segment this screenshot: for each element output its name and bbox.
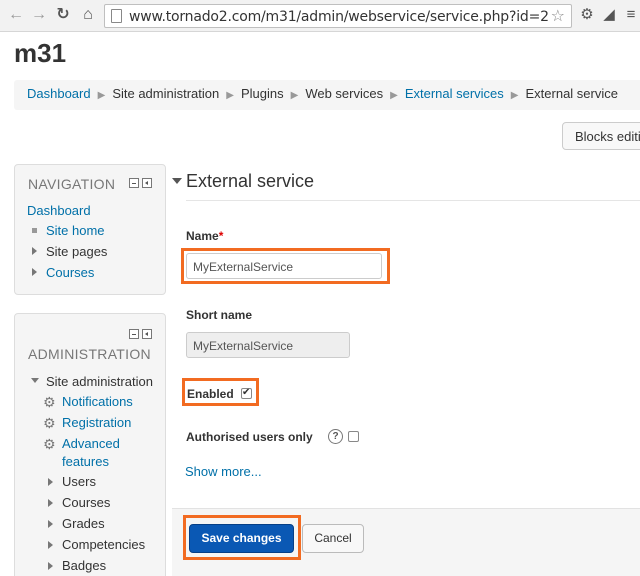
required-mark: *: [218, 229, 224, 243]
admin-competencies[interactable]: Competencies: [62, 537, 145, 552]
expand-arrow-icon[interactable]: [48, 562, 53, 570]
breadcrumb-separator-icon: ▶: [510, 90, 519, 101]
back-arrow-icon[interactable]: ←: [6, 5, 26, 25]
collapse-arrow-icon[interactable]: [31, 378, 39, 383]
blocks-editing-button[interactable]: Blocks editi: [562, 122, 640, 150]
site-title[interactable]: m31: [14, 38, 66, 69]
breadcrumb: Dashboard ▶ Site administration ▶ Plugins ▶ We…: [14, 80, 640, 110]
dock-icon[interactable]: [142, 178, 152, 188]
name-highlight-box: [181, 248, 390, 284]
page-icon: [111, 9, 122, 23]
nav-site-home[interactable]: Site home: [46, 223, 105, 238]
minimize-icon[interactable]: [129, 329, 139, 339]
help-icon[interactable]: ?: [328, 429, 343, 444]
administration-block: ADMINISTRATION Site administration ⚙ Not…: [14, 313, 166, 576]
extension-menu-icon[interactable]: ≡: [622, 6, 640, 24]
authorised-label: Authorised users only: [186, 430, 313, 444]
gear-icon: ⚙: [43, 415, 56, 431]
forward-arrow-icon[interactable]: →: [29, 5, 49, 25]
breadcrumb-dashboard[interactable]: Dashboard: [27, 86, 91, 101]
url-text: www.tornado2.com/m31/admin/webservice/se…: [129, 9, 549, 25]
address-bar[interactable]: www.tornado2.com/m31/admin/webservice/se…: [104, 4, 572, 28]
breadcrumb-external-services[interactable]: External services: [405, 86, 504, 101]
expand-arrow-icon[interactable]: [48, 499, 53, 507]
section-collapse-icon[interactable]: [172, 178, 182, 184]
authorised-checkbox[interactable]: [348, 431, 359, 442]
admin-users[interactable]: Users: [62, 474, 96, 489]
admin-notifications[interactable]: Notifications: [62, 394, 133, 409]
breadcrumb-separator-icon: ▶: [226, 90, 234, 101]
expand-arrow-icon[interactable]: [48, 541, 53, 549]
bullet-icon: [32, 228, 37, 233]
nav-site-pages[interactable]: Site pages: [46, 244, 107, 259]
home-icon[interactable]: ⌂: [78, 5, 98, 25]
name-label-text: Name: [186, 229, 219, 243]
enabled-highlight-box: [182, 378, 259, 406]
nav-courses[interactable]: Courses: [46, 265, 94, 280]
section-divider: [186, 200, 640, 201]
admin-site-administration[interactable]: Site administration: [46, 374, 153, 389]
expand-arrow-icon[interactable]: [32, 247, 37, 255]
admin-registration[interactable]: Registration: [62, 415, 131, 430]
admin-advanced-features[interactable]: Advanced: [62, 436, 120, 451]
admin-grades[interactable]: Grades: [62, 516, 105, 531]
expand-arrow-icon[interactable]: [48, 520, 53, 528]
breadcrumb-separator-icon: ▶: [390, 90, 398, 101]
breadcrumb-separator-icon: ▶: [290, 90, 299, 101]
block-controls: [129, 178, 153, 190]
breadcrumb-web-services[interactable]: Web services: [305, 86, 383, 101]
star-icon[interactable]: ☆: [551, 6, 565, 26]
gear-icon: ⚙: [43, 394, 56, 410]
shortname-input[interactable]: MyExternalService: [186, 332, 350, 358]
breadcrumb-site-administration[interactable]: Site administration: [112, 86, 219, 101]
browser-toolbar: ← → ↻ ⌂ www.tornado2.com/m31/admin/webse…: [0, 0, 640, 32]
reload-icon[interactable]: ↻: [53, 5, 73, 25]
navigation-block: NAVIGATION Dashboard Site home Site page…: [14, 164, 166, 295]
navigation-block-title: NAVIGATION: [28, 176, 116, 192]
extension-film-icon[interactable]: ⚙: [578, 6, 596, 24]
nav-dashboard[interactable]: Dashboard: [27, 203, 91, 218]
save-highlight-box: [183, 515, 301, 560]
dock-icon[interactable]: [142, 329, 152, 339]
admin-advanced-features-line2[interactable]: features: [62, 454, 109, 469]
breadcrumb-separator-icon: ▶: [97, 90, 106, 101]
show-more-link[interactable]: Show more...: [185, 464, 262, 479]
block-controls: [129, 329, 153, 341]
breadcrumb-external-service: External service: [525, 86, 618, 101]
extension-n-icon[interactable]: ◢: [600, 6, 618, 24]
admin-badges[interactable]: Badges: [62, 558, 106, 573]
breadcrumb-plugins[interactable]: Plugins: [241, 86, 284, 101]
expand-arrow-icon[interactable]: [48, 478, 53, 486]
name-label: Name*: [186, 229, 223, 243]
admin-courses[interactable]: Courses: [62, 495, 110, 510]
shortname-label: Short name: [186, 308, 253, 322]
expand-arrow-icon[interactable]: [32, 268, 37, 276]
cancel-button[interactable]: Cancel: [302, 524, 364, 553]
administration-block-title: ADMINISTRATION: [28, 346, 151, 362]
minimize-icon[interactable]: [129, 178, 139, 188]
gear-icon: ⚙: [43, 436, 56, 452]
section-title[interactable]: External service: [186, 171, 314, 192]
